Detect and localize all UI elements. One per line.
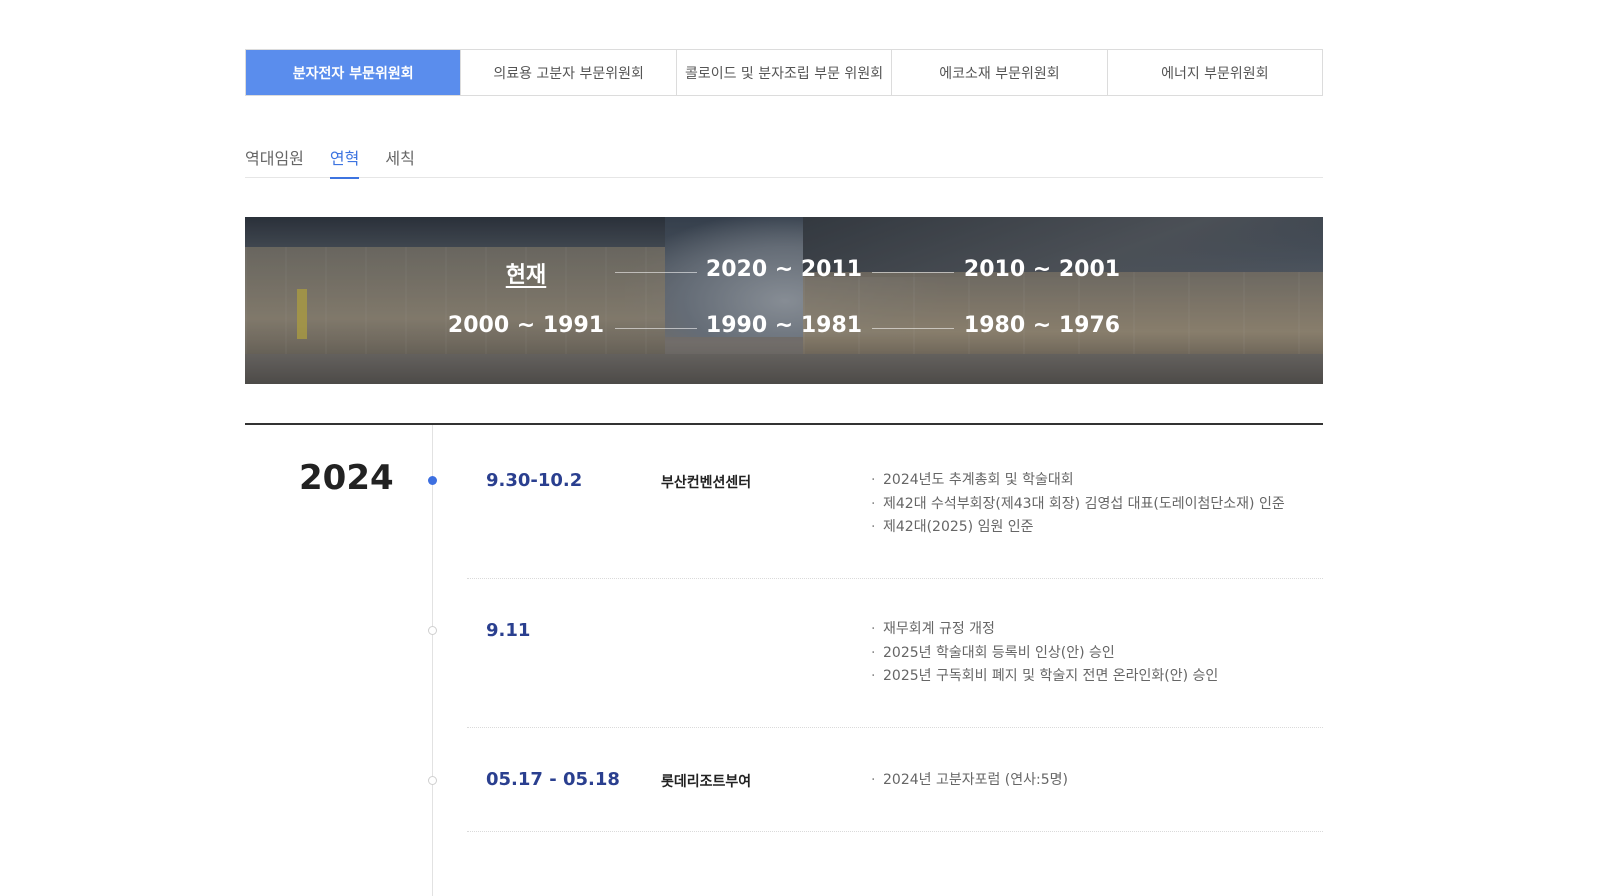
tab-medical-polymer[interactable]: 의료용 고분자 부문위원회: [460, 50, 676, 95]
entry-items: 2024년도 추계총회 및 학술대회 제42대 수석부회장(제43대 회장) 김…: [871, 469, 1285, 540]
entry-divider: [467, 578, 1323, 579]
entry-item: 2025년 학술대회 등록비 인상(안) 승인: [871, 642, 1218, 666]
period-link-2010-2001[interactable]: 2010 ~ 2001: [942, 257, 1142, 282]
sub-tabs: 역대임원 연혁 세칙: [245, 142, 1323, 179]
entry-items: 2024년 고분자포럼 (연사:5명): [871, 769, 1068, 793]
timeline-dot-active: [428, 476, 437, 485]
entry-date: 05.17 - 05.18: [486, 769, 620, 790]
timeline-axis: [432, 425, 433, 896]
tab-energy[interactable]: 에너지 부문위원회: [1106, 50, 1323, 95]
timeline-dot: [428, 776, 437, 785]
entry-item: 제42대 수석부회장(제43대 회장) 김영섭 대표(도레이첨단소재) 인준: [871, 493, 1285, 517]
entry-date: 9.30-10.2: [486, 470, 583, 491]
entry-item: 2024년 고분자포럼 (연사:5명): [871, 769, 1068, 793]
entry-items: 재무회계 규정 개정 2025년 학술대회 등록비 인상(안) 승인 2025년…: [871, 618, 1218, 689]
entry-item: 재무회계 규정 개정: [871, 618, 1218, 642]
period-link-2020-2011[interactable]: 2020 ~ 2011: [684, 257, 884, 282]
entry-divider: [467, 831, 1323, 832]
timeline-year: 2024: [299, 458, 394, 498]
history-period-banner: 현재 2020 ~ 2011 2010 ~ 2001 2000 ~ 1991 1…: [245, 217, 1323, 384]
entry-place: 부산컨벤션센터: [661, 475, 752, 491]
entry-place: 롯데리조트부여: [661, 774, 752, 790]
tab-history[interactable]: 연혁: [329, 142, 360, 179]
entry-item: 2025년 구독회비 폐지 및 학술지 전면 온라인화(안) 승인: [871, 665, 1218, 689]
tab-past-officers[interactable]: 역대임원: [245, 142, 304, 178]
page-content: 분자전자 부문위원회 의료용 고분자 부문위원회 콜로이드 및 분자조립 부문 …: [245, 0, 1323, 896]
tab-eco-materials[interactable]: 에코소재 부문위원회: [891, 50, 1107, 95]
banner-overlay: [245, 217, 1323, 384]
committee-tabs: 분자전자 부문위원회 의료용 고분자 부문위원회 콜로이드 및 분자조립 부문 …: [245, 49, 1323, 96]
entry-item: 2024년도 추계총회 및 학술대회: [871, 469, 1285, 493]
tab-bylaws[interactable]: 세칙: [385, 142, 414, 178]
entry-item: 제42대(2025) 임원 인준: [871, 516, 1285, 540]
period-link-2000-1991[interactable]: 2000 ~ 1991: [426, 313, 626, 338]
tab-molecular-electronics[interactable]: 분자전자 부문위원회: [246, 50, 461, 95]
timeline-dot: [428, 626, 437, 635]
period-link-1990-1981[interactable]: 1990 ~ 1981: [684, 313, 884, 338]
timeline-top-rule: [245, 423, 1323, 425]
entry-divider: [467, 727, 1323, 728]
period-link-1980-1976[interactable]: 1980 ~ 1976: [942, 313, 1142, 338]
tab-colloid-molecular-assembly[interactable]: 콜로이드 및 분자조립 부문 위원회: [675, 50, 892, 95]
entry-date: 9.11: [486, 620, 531, 641]
period-link-current[interactable]: 현재: [426, 257, 626, 289]
